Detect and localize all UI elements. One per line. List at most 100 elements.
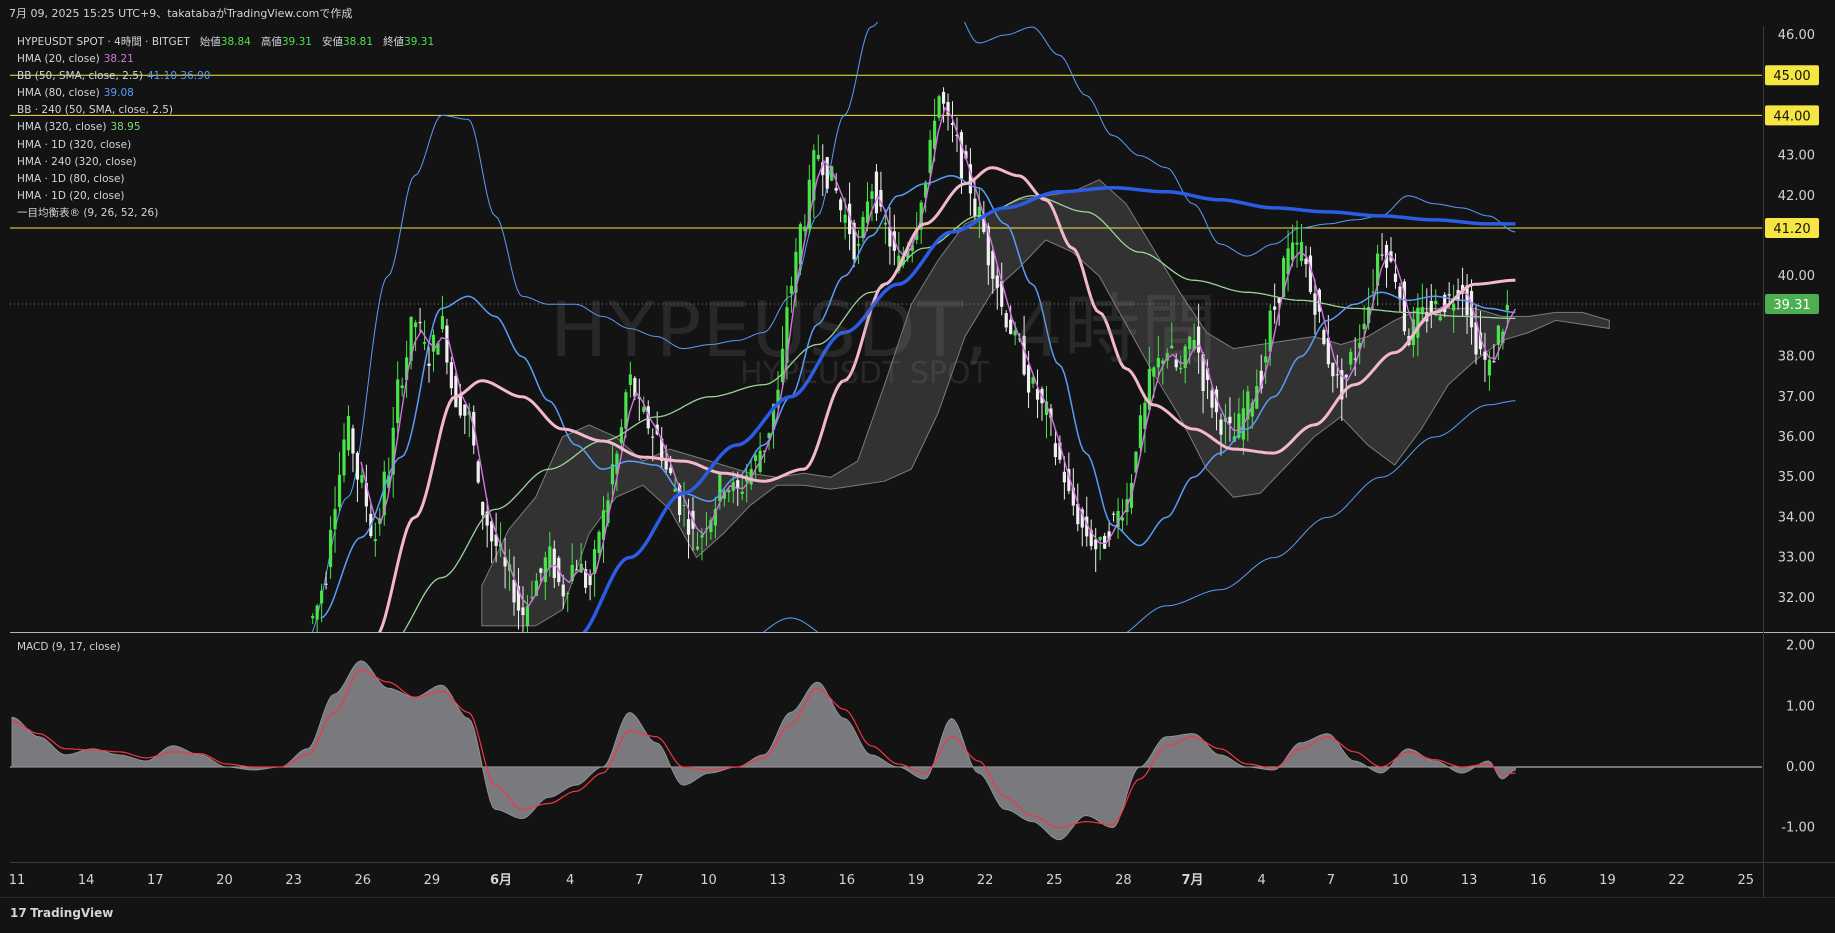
time-tick-label: 7月 bbox=[1182, 873, 1204, 888]
time-tick-label: 22 bbox=[977, 873, 994, 888]
candle-body bbox=[1210, 390, 1214, 408]
candle-body bbox=[342, 439, 346, 476]
indicator-name: HMA (20, close) bbox=[17, 53, 100, 66]
badge-label: 39.31 bbox=[1773, 298, 1810, 313]
candle bbox=[937, 94, 941, 121]
time-tick-label: 25 bbox=[1046, 873, 1063, 888]
candle bbox=[1111, 511, 1116, 522]
candle bbox=[373, 522, 377, 557]
candle-body bbox=[1362, 323, 1366, 330]
macd-histogram-area bbox=[11, 660, 1516, 841]
candle-body bbox=[1264, 356, 1268, 363]
candle-body bbox=[525, 606, 530, 627]
indicator-legend-row[interactable]: 一目均衡表® (9, 26, 52, 26) bbox=[17, 205, 434, 222]
candle-body bbox=[320, 590, 324, 604]
candle bbox=[490, 518, 494, 564]
candle-body bbox=[883, 222, 887, 225]
macd-tick-label: 2.00 bbox=[1786, 639, 1815, 654]
candle bbox=[391, 406, 395, 498]
candle bbox=[342, 423, 346, 483]
candle-body bbox=[346, 416, 351, 451]
candle bbox=[825, 156, 829, 194]
indicator-legend-row[interactable]: HMA · 1D (20, close) bbox=[17, 188, 434, 205]
candle bbox=[1044, 386, 1049, 439]
price-tick-label: 46.00 bbox=[1778, 28, 1815, 43]
ohlc-close: 終値39.31 bbox=[383, 36, 435, 48]
candle bbox=[1375, 244, 1380, 306]
indicator-name: HMA · 1D (20, close) bbox=[17, 189, 125, 202]
candle-body bbox=[1053, 443, 1058, 458]
candle-body bbox=[351, 428, 355, 454]
price-tick-label: 38.00 bbox=[1778, 350, 1815, 365]
candle-body bbox=[552, 548, 556, 578]
indicator-legend-row[interactable]: HMA (80, close) 39.08 bbox=[17, 85, 434, 102]
candle bbox=[1393, 253, 1398, 289]
macd-legend[interactable]: MACD (9, 17, close) bbox=[17, 641, 120, 653]
candle-body bbox=[1322, 329, 1326, 344]
candle-body bbox=[1344, 374, 1348, 378]
candle-body bbox=[597, 531, 601, 554]
candle-body bbox=[337, 474, 342, 508]
candle-body bbox=[825, 157, 829, 189]
indicator-legend-row[interactable]: BB · 240 (50, SMA, close, 2.5) bbox=[17, 102, 434, 119]
candle-body bbox=[311, 616, 315, 619]
time-tick-label: 10 bbox=[1392, 873, 1409, 888]
ohlc-high: 高値39.31 bbox=[260, 36, 312, 48]
candle-body bbox=[324, 583, 328, 585]
indicator-legend-row[interactable]: HMA · 1D (80, close) bbox=[17, 171, 434, 188]
candle-body bbox=[481, 501, 485, 516]
indicator-legend-row[interactable]: BB (50, SMA, close, 2.5) 41.10 36.90 bbox=[17, 68, 434, 85]
indicator-legend-row[interactable]: HMA · 240 (320, close) bbox=[17, 154, 434, 171]
candle bbox=[812, 144, 816, 218]
candle-body bbox=[843, 214, 847, 223]
indicator-legend-row[interactable]: HMA (320, close) 38.95 bbox=[17, 119, 434, 136]
candle bbox=[637, 378, 641, 421]
symbol-legend-row[interactable]: HYPEUSDT SPOT · 4時間 · BITGET 始値38.84 高値3… bbox=[17, 34, 434, 51]
candle-body bbox=[695, 546, 700, 550]
candle-body bbox=[360, 475, 364, 483]
candle bbox=[1040, 386, 1044, 421]
time-tick-label: 16 bbox=[1530, 873, 1547, 888]
time-tick-label: 19 bbox=[908, 873, 925, 888]
candle bbox=[888, 207, 892, 265]
tradingview-brand[interactable]: 17 TradingView bbox=[10, 906, 113, 920]
candle-body bbox=[400, 385, 404, 389]
macd-tick-label: 0.00 bbox=[1786, 760, 1815, 775]
candle-body bbox=[1447, 294, 1451, 296]
price-tick-label: 36.00 bbox=[1778, 430, 1815, 445]
time-tick-label: 19 bbox=[1599, 873, 1616, 888]
time-tick-label: 4 bbox=[566, 873, 574, 888]
candle-body bbox=[651, 436, 655, 438]
candle-body bbox=[422, 342, 427, 344]
candle bbox=[1389, 237, 1393, 264]
candle bbox=[839, 197, 843, 223]
indicator-legend-row[interactable]: HMA · 1D (320, close) bbox=[17, 137, 434, 154]
candle bbox=[1286, 230, 1290, 292]
price-tick-label: 43.00 bbox=[1778, 149, 1815, 164]
candle-body bbox=[440, 316, 445, 330]
indicator-value: 41.10 36.90 bbox=[146, 70, 211, 83]
candle-body bbox=[418, 322, 422, 324]
time-tick-label: 22 bbox=[1668, 873, 1685, 888]
candle bbox=[333, 486, 337, 553]
candle-body bbox=[682, 504, 686, 506]
candle-body bbox=[1098, 537, 1102, 541]
time-tick-label: 20 bbox=[216, 873, 233, 888]
candle-body bbox=[1393, 273, 1398, 282]
candle-body bbox=[736, 480, 740, 489]
candle bbox=[311, 613, 315, 625]
symbol-watermark-sub: HYPEUSDT SPOT bbox=[740, 356, 989, 391]
candle-body bbox=[1313, 293, 1317, 315]
candle-body bbox=[1062, 471, 1066, 483]
candle-body bbox=[1452, 303, 1456, 311]
candle-body bbox=[740, 491, 744, 494]
candle-body bbox=[861, 216, 865, 239]
candle-body bbox=[1228, 416, 1232, 424]
candle-body bbox=[937, 96, 941, 118]
indicator-legend-row[interactable]: HMA (20, close) 38.21 bbox=[17, 51, 434, 68]
candle-body bbox=[561, 584, 565, 597]
candle-body bbox=[413, 322, 418, 328]
time-tick-label: 10 bbox=[700, 873, 717, 888]
candle bbox=[328, 516, 333, 579]
candle-body bbox=[1219, 419, 1223, 435]
